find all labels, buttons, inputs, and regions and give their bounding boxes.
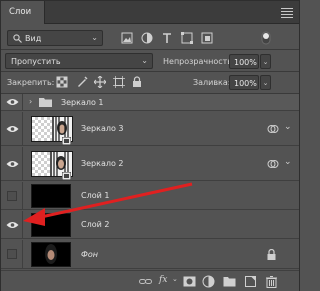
layers-bottom-toolbar: fx ⌄ [1,270,299,291]
add-mask-icon[interactable] [183,275,196,288]
chevron-down-icon: ⌄ [141,56,148,65]
new-group-icon[interactable] [223,275,236,288]
visibility-cell[interactable] [1,147,23,180]
layer-name: Фон [81,250,99,259]
filter-effects-icon[interactable] [267,158,279,170]
tab-layers[interactable]: Слои [1,1,45,24]
shape-filter-icon[interactable] [181,32,193,44]
chevron-down-icon[interactable]: ⌄ [284,157,292,167]
panel-tab-bar: Слои [1,1,299,24]
layer-name: Слой 1 [81,191,110,200]
eye-icon[interactable] [6,160,19,168]
layers-panel: Слои Вид ⌄ Пропустить ⌄ Непрозрачность: … [0,0,300,291]
layer-row-layer-2[interactable]: Слой 2 [1,211,299,239]
lock-transparency-icon[interactable] [56,76,68,88]
fill-input[interactable]: 100% [229,75,259,90]
blend-row: Пропустить ⌄ Непрозрачность: 100% ⌄ [1,52,299,71]
folder-icon [39,98,52,107]
divider [1,71,299,72]
visibility-cell[interactable] [1,211,23,238]
layer-row-layer-1[interactable]: Слой 1 [1,182,299,210]
layer-thumbnail [31,242,71,267]
lock-icon[interactable] [267,249,276,260]
filter-toggle-icon[interactable] [259,31,273,45]
blend-mode-value: Пропустить [11,57,61,66]
layer-row-background[interactable]: Фон [1,240,299,269]
layer-row-mirror-3[interactable]: Зеркало 3 ⌄ [1,112,299,146]
smart-object-filter-icon[interactable] [201,32,213,44]
lock-all-icon[interactable] [131,76,143,88]
hamburger-menu-icon[interactable] [281,6,293,18]
delete-layer-icon[interactable] [265,275,278,288]
layer-row-group-mirror-1[interactable]: › Зеркало 1 [1,94,299,111]
lock-row: Закрепить: Заливка: 100% ⌄ [1,73,299,92]
divider [1,49,299,50]
layer-thumbnail [31,213,71,237]
adjustment-filter-icon[interactable] [141,32,153,44]
type-filter-icon[interactable] [161,32,173,44]
layer-name: Слой 2 [81,220,110,229]
lock-artboard-icon[interactable] [113,76,125,88]
visibility-off-box[interactable] [7,249,17,259]
visibility-cell[interactable] [1,240,23,268]
filter-row: Вид ⌄ [1,29,299,49]
chevron-down-icon[interactable]: ⌄ [284,122,292,132]
new-layer-icon[interactable] [244,275,257,288]
layer-name: Зеркало 2 [81,159,124,168]
visibility-cell[interactable] [1,112,23,145]
lock-label: Закрепить: [7,78,55,87]
portrait-thumbnail-image [45,244,57,264]
smart-object-badge-icon [62,137,71,145]
visibility-off-box[interactable] [7,191,17,201]
visibility-cell[interactable] [1,94,23,110]
filter-kind-label: Вид [25,34,42,43]
eye-icon[interactable] [6,125,19,133]
fill-label: Заливка: [193,78,231,87]
chevron-down-icon: ⌄ [91,33,98,42]
opacity-label: Непрозрачность: [163,57,235,66]
layer-thumbnail [31,184,71,208]
adjustment-layer-icon[interactable] [202,275,215,288]
layer-row-mirror-2[interactable]: Зеркало 2 ⌄ [1,147,299,181]
search-icon [13,34,22,43]
filter-effects-icon[interactable] [267,123,279,135]
layer-name: Зеркало 1 [61,98,104,107]
opacity-input[interactable]: 100% [229,54,259,69]
eye-icon[interactable] [6,221,19,229]
opacity-slider-toggle[interactable]: ⌄ [260,54,271,69]
filter-kind-dropdown[interactable]: Вид ⌄ [7,30,103,46]
chevron-right-icon[interactable]: › [29,97,32,106]
blend-mode-dropdown[interactable]: Пропустить ⌄ [5,53,153,69]
chevron-down-icon[interactable]: ⌄ [172,275,178,283]
fx-icon[interactable]: fx [159,275,167,285]
image-filter-icon[interactable] [121,32,133,44]
layer-name: Зеркало 3 [81,124,124,133]
fill-slider-toggle[interactable]: ⌄ [260,75,271,90]
link-layers-icon[interactable] [139,275,152,288]
smart-object-badge-icon [62,172,71,180]
eye-icon[interactable] [6,98,19,106]
visibility-cell[interactable] [1,182,23,209]
lock-pixels-icon[interactable] [76,76,88,88]
lock-position-icon[interactable] [94,76,106,88]
